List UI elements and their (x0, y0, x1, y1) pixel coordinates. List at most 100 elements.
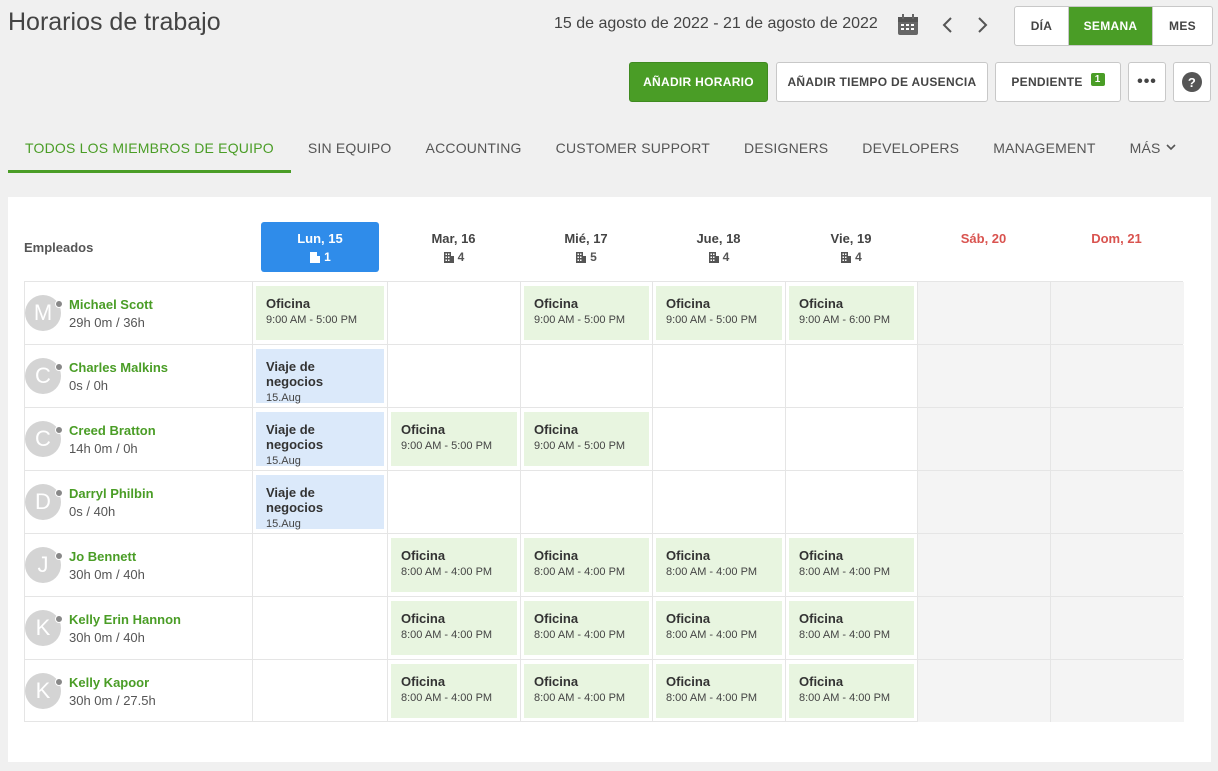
view-day-button[interactable]: DÍA (1015, 7, 1069, 45)
absence-block[interactable]: Viaje de negocios 15.Aug (256, 412, 384, 467)
tab-sin-equipo[interactable]: SIN EQUIPO (291, 124, 409, 173)
schedule-cell[interactable] (918, 282, 1051, 344)
schedule-cell[interactable] (653, 408, 786, 470)
schedule-cell[interactable] (388, 282, 521, 344)
view-month-button[interactable]: MES (1153, 7, 1212, 45)
schedule-cell[interactable] (1051, 282, 1184, 344)
schedule-cell[interactable] (918, 534, 1051, 596)
next-week-button[interactable] (973, 13, 993, 37)
employee-name-link[interactable]: Michael Scott (69, 297, 153, 312)
shift-time: 8:00 AM - 4:00 PM (534, 692, 626, 704)
schedule-cell[interactable]: Oficina 8:00 AM - 4:00 PM (388, 597, 521, 659)
tab-developers[interactable]: DEVELOPERS (845, 124, 976, 173)
schedule-cell[interactable] (388, 471, 521, 533)
more-options-button[interactable]: ••• (1128, 62, 1166, 102)
add-absence-button[interactable]: AÑADIR TIEMPO DE AUSENCIA (776, 62, 988, 102)
employee-name-link[interactable]: Kelly Erin Hannon (69, 612, 181, 627)
schedule-cell[interactable]: Oficina 8:00 AM - 4:00 PM (521, 660, 653, 722)
employee-hours: 0s / 0h (69, 378, 109, 393)
schedule-cell[interactable]: Oficina 9:00 AM - 5:00 PM (653, 282, 786, 344)
schedule-cell[interactable] (918, 408, 1051, 470)
employee-name-link[interactable]: Kelly Kapoor (69, 675, 149, 690)
schedule-cell[interactable] (1051, 345, 1184, 407)
tab-todos-los-miembros-de-equipo[interactable]: TODOS LOS MIEMBROS DE EQUIPO (8, 124, 291, 173)
shift-block[interactable]: Oficina 8:00 AM - 4:00 PM (524, 664, 649, 718)
shift-block[interactable]: Oficina 8:00 AM - 4:00 PM (789, 664, 914, 718)
shift-block[interactable]: Oficina 8:00 AM - 4:00 PM (391, 538, 517, 592)
schedule-cell[interactable] (253, 660, 388, 722)
schedule-cell[interactable]: Viaje de negocios 15.Aug (253, 408, 388, 470)
employee-name-link[interactable]: Charles Malkins (69, 360, 168, 375)
tab-more[interactable]: MÁS (1113, 124, 1194, 173)
schedule-cell[interactable]: Oficina 9:00 AM - 5:00 PM (253, 282, 388, 344)
employee-name-link[interactable]: Creed Bratton (69, 423, 156, 438)
calendar-icon[interactable] (897, 14, 919, 36)
schedule-cell[interactable]: Oficina 9:00 AM - 6:00 PM (786, 282, 918, 344)
schedule-cell[interactable]: Oficina 8:00 AM - 4:00 PM (521, 597, 653, 659)
employee-name-link[interactable]: Darryl Philbin (69, 486, 154, 501)
shift-block[interactable]: Oficina 8:00 AM - 4:00 PM (656, 664, 782, 718)
tab-customer-support[interactable]: CUSTOMER SUPPORT (539, 124, 727, 173)
shift-block[interactable]: Oficina 8:00 AM - 4:00 PM (391, 601, 517, 655)
schedule-cell[interactable] (653, 471, 786, 533)
shift-block[interactable]: Oficina 9:00 AM - 5:00 PM (524, 412, 649, 466)
shift-block[interactable]: Oficina 8:00 AM - 4:00 PM (656, 601, 782, 655)
schedule-cell[interactable] (388, 345, 521, 407)
shift-block[interactable]: Oficina 9:00 AM - 5:00 PM (256, 286, 384, 340)
schedule-cell[interactable] (786, 408, 918, 470)
schedule-cell[interactable] (918, 471, 1051, 533)
employee-name-link[interactable]: Jo Bennett (69, 549, 136, 564)
schedule-cell[interactable] (1051, 597, 1184, 659)
schedule-cell[interactable]: Oficina 8:00 AM - 4:00 PM (388, 534, 521, 596)
shift-block[interactable]: Oficina 8:00 AM - 4:00 PM (391, 664, 517, 718)
schedule-cell[interactable]: Oficina 8:00 AM - 4:00 PM (653, 597, 786, 659)
schedule-cell[interactable]: Oficina 8:00 AM - 4:00 PM (521, 534, 653, 596)
shift-title: Oficina (401, 422, 446, 437)
schedule-cell[interactable] (1051, 534, 1184, 596)
previous-week-button[interactable] (937, 13, 957, 37)
schedule-cell[interactable] (253, 597, 388, 659)
shift-block[interactable]: Oficina 9:00 AM - 5:00 PM (391, 412, 517, 466)
schedule-cell[interactable]: Viaje de negocios 15.Aug (253, 345, 388, 407)
schedule-cell[interactable] (918, 597, 1051, 659)
shift-block[interactable]: Oficina 8:00 AM - 4:00 PM (789, 538, 914, 592)
shift-block[interactable]: Oficina 9:00 AM - 5:00 PM (656, 286, 782, 340)
schedule-cell[interactable]: Oficina 8:00 AM - 4:00 PM (786, 597, 918, 659)
help-button[interactable]: ? (1173, 62, 1211, 102)
schedule-cell[interactable]: Oficina 8:00 AM - 4:00 PM (388, 660, 521, 722)
schedule-cell[interactable]: Oficina 8:00 AM - 4:00 PM (653, 534, 786, 596)
schedule-cell[interactable] (918, 660, 1051, 722)
absence-block[interactable]: Viaje de negocios 15.Aug (256, 475, 384, 530)
schedule-cell[interactable]: Oficina 9:00 AM - 5:00 PM (388, 408, 521, 470)
shift-block[interactable]: Oficina 9:00 AM - 5:00 PM (524, 286, 649, 340)
schedule-cell[interactable] (918, 345, 1051, 407)
schedule-cell[interactable] (653, 345, 786, 407)
shift-block[interactable]: Oficina 8:00 AM - 4:00 PM (789, 601, 914, 655)
schedule-cell[interactable]: Viaje de negocios 15.Aug (253, 471, 388, 533)
shift-block[interactable]: Oficina 8:00 AM - 4:00 PM (524, 601, 649, 655)
absence-block[interactable]: Viaje de negocios 15.Aug (256, 349, 384, 404)
schedule-cell[interactable]: Oficina 8:00 AM - 4:00 PM (786, 534, 918, 596)
tab-accounting[interactable]: ACCOUNTING (409, 124, 539, 173)
schedule-cell[interactable] (1051, 471, 1184, 533)
schedule-cell[interactable] (521, 345, 653, 407)
employee-hours: 0s / 40h (69, 504, 116, 519)
schedule-cell[interactable] (1051, 660, 1184, 722)
tab-management[interactable]: MANAGEMENT (976, 124, 1112, 173)
schedule-cell[interactable] (786, 345, 918, 407)
add-schedule-button[interactable]: AÑADIR HORARIO (629, 62, 768, 102)
schedule-cell[interactable]: Oficina 9:00 AM - 5:00 PM (521, 282, 653, 344)
shift-block[interactable]: Oficina 8:00 AM - 4:00 PM (524, 538, 649, 592)
schedule-cell[interactable]: Oficina 8:00 AM - 4:00 PM (653, 660, 786, 722)
pending-button[interactable]: PENDIENTE 1 (995, 62, 1121, 102)
schedule-cell[interactable] (1051, 408, 1184, 470)
schedule-cell[interactable] (253, 534, 388, 596)
view-week-button[interactable]: SEMANA (1069, 7, 1153, 45)
shift-block[interactable]: Oficina 8:00 AM - 4:00 PM (656, 538, 782, 592)
schedule-cell[interactable]: Oficina 9:00 AM - 5:00 PM (521, 408, 653, 470)
schedule-cell[interactable] (786, 471, 918, 533)
tab-designers[interactable]: DESIGNERS (727, 124, 845, 173)
schedule-cell[interactable]: Oficina 8:00 AM - 4:00 PM (786, 660, 918, 722)
schedule-cell[interactable] (521, 471, 653, 533)
shift-block[interactable]: Oficina 9:00 AM - 6:00 PM (789, 286, 914, 340)
